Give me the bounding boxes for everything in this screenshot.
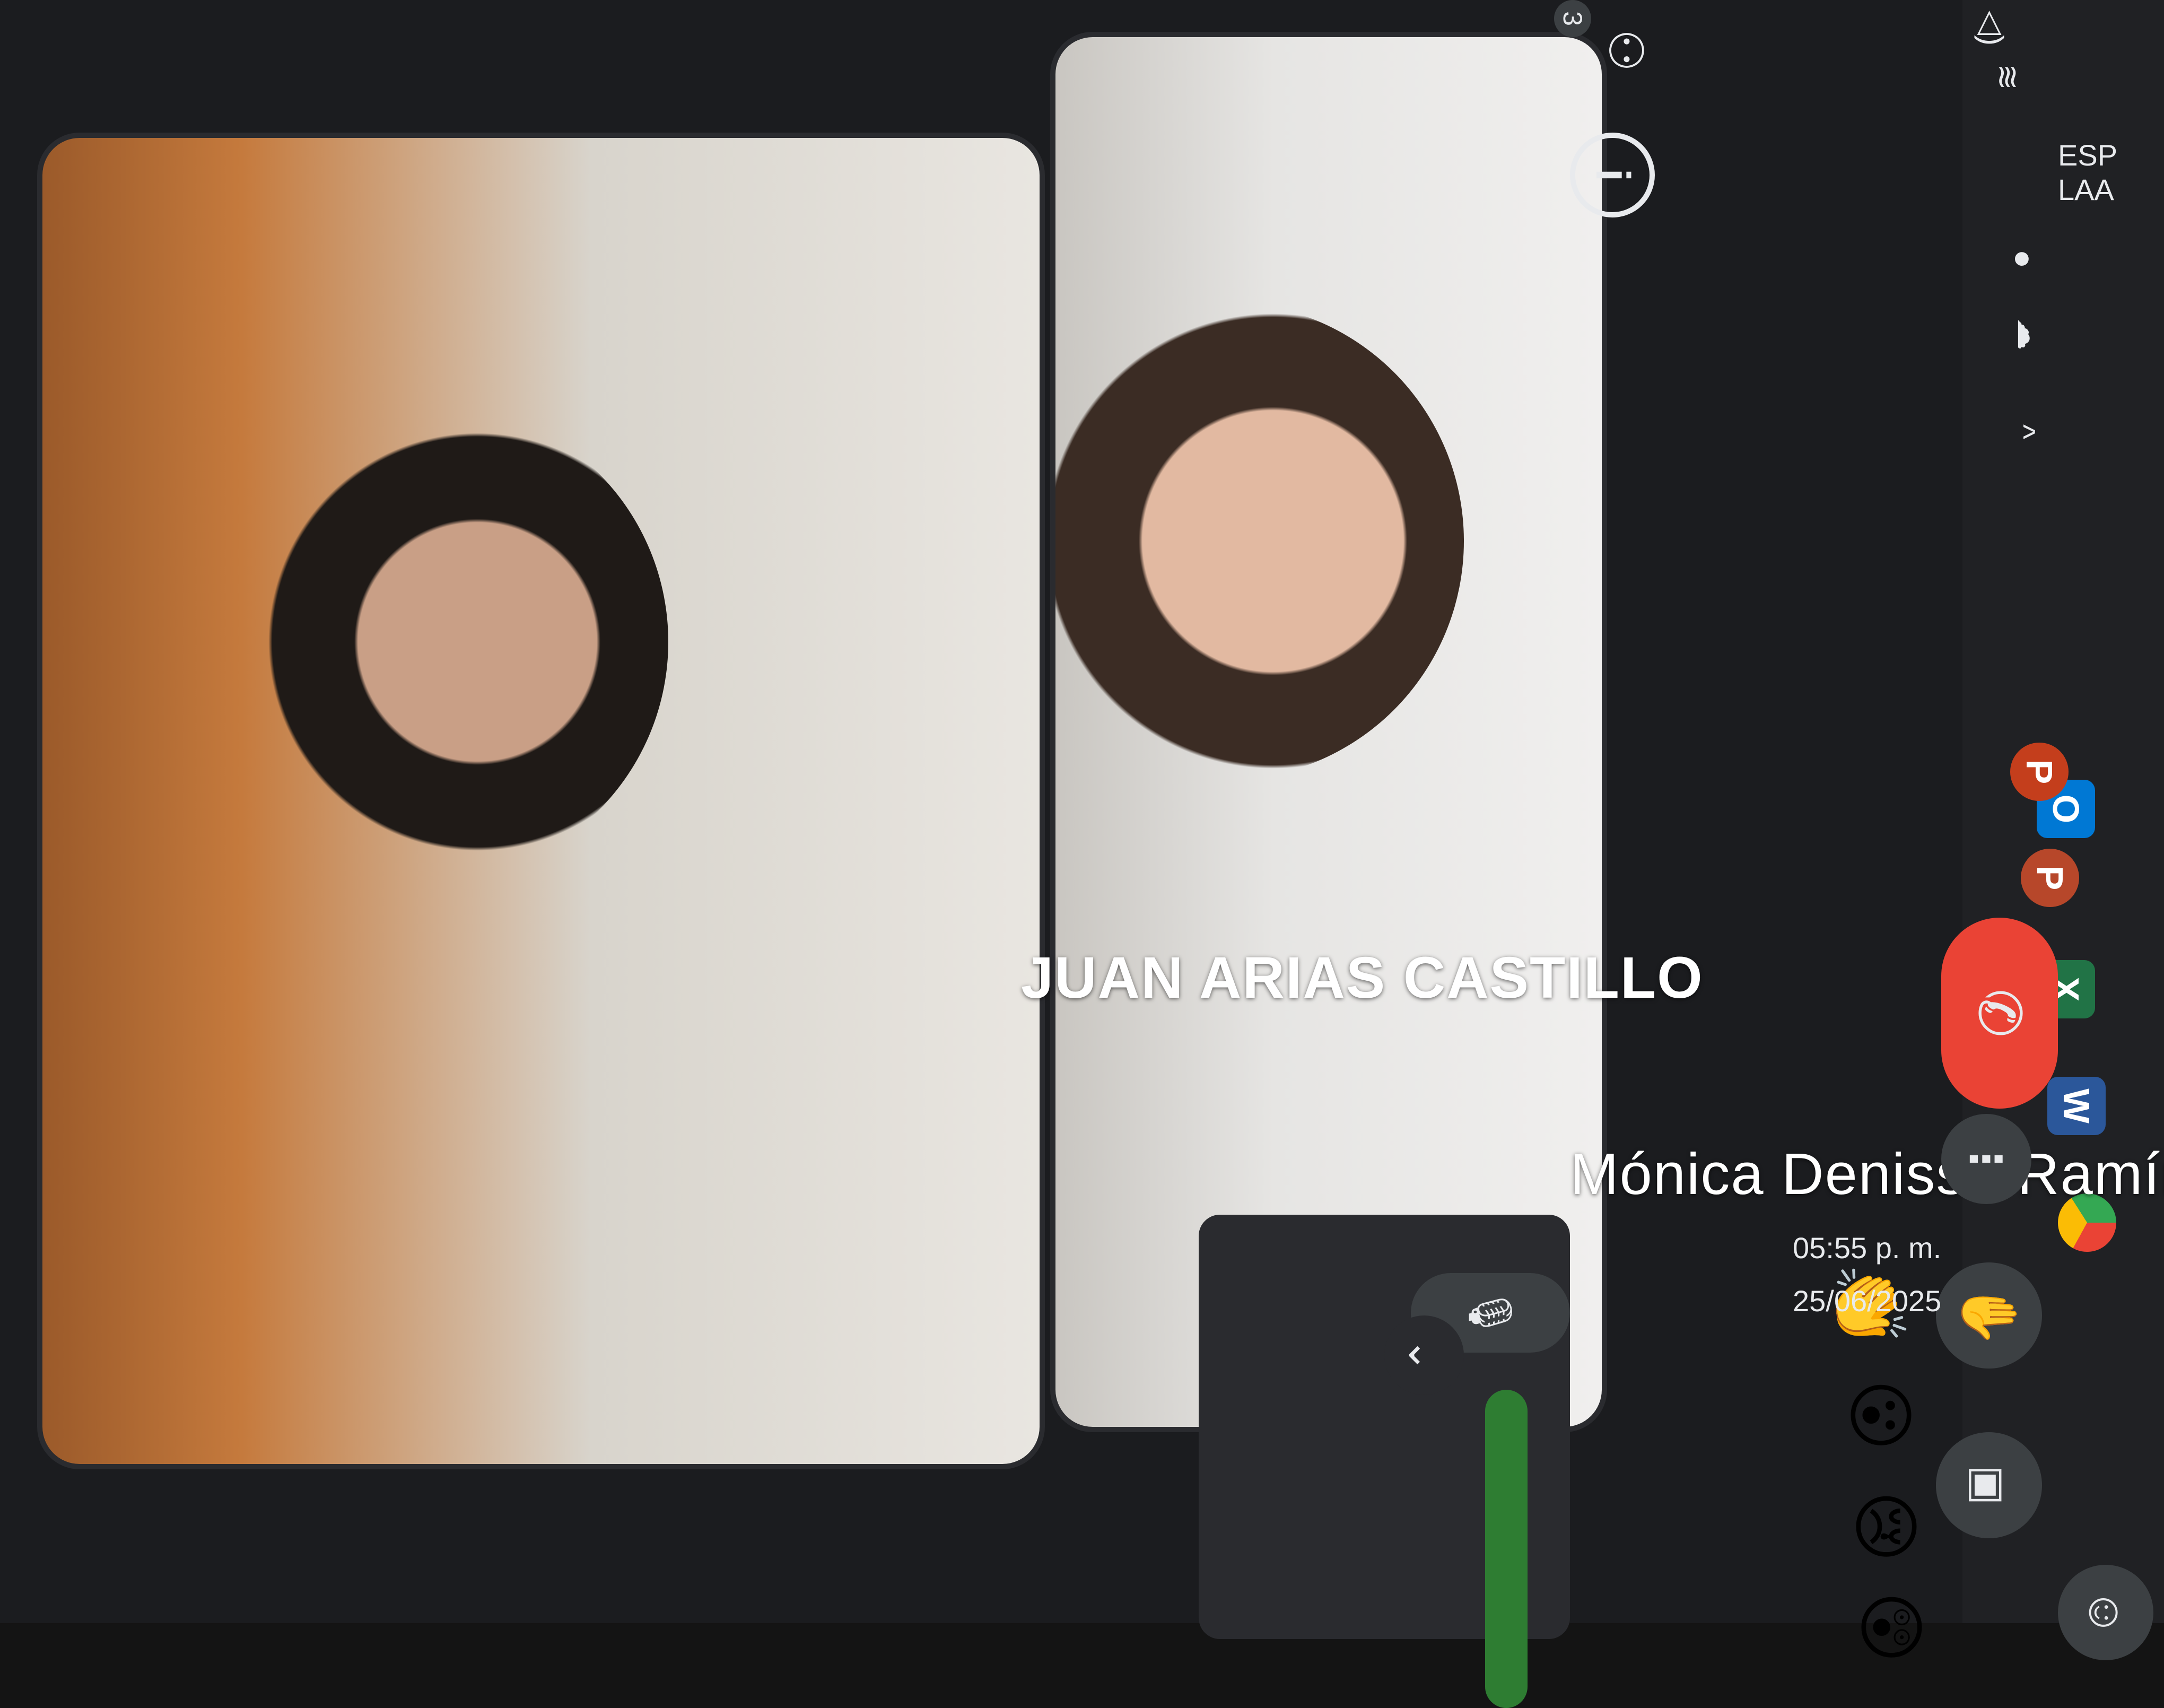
app-icon[interactable]: P bbox=[2010, 743, 2069, 801]
clock-time[interactable]: 05:55 p. m. bbox=[1793, 1231, 1941, 1265]
more-icon: ⋮ bbox=[1962, 1138, 2010, 1180]
more-options-button[interactable]: ⋮ bbox=[1941, 1114, 2031, 1204]
participant-video bbox=[191, 403, 668, 881]
hand-icon: ✋ bbox=[1959, 1282, 2019, 1349]
reaction-surprised[interactable]: 😮 bbox=[1839, 1379, 1920, 1451]
audio-options-button[interactable]: ⌄ bbox=[1384, 1315, 1464, 1395]
info-icon: i bbox=[1586, 168, 1639, 182]
chevron-down-icon: ⌄ bbox=[1400, 1337, 1448, 1373]
powerpoint-icon[interactable]: P bbox=[2021, 849, 2079, 907]
meet-window: O P P X W ESP LAA ≋ ◁) ● ☁ ^ Mónica Deni… bbox=[0, 0, 2164, 1708]
participant-name: Mónica Denisse Ramírez Mercado bbox=[1570, 1141, 2164, 1207]
people-icon: ⚇ bbox=[1599, 29, 1652, 72]
microphone-icon[interactable]: ● bbox=[2005, 249, 2042, 268]
chevron-up-icon[interactable]: ^ bbox=[2005, 424, 2042, 439]
info-button[interactable]: i bbox=[1570, 133, 1655, 217]
emoji-button[interactable]: ☺ bbox=[2058, 1565, 2153, 1660]
mic-level-indicator bbox=[1485, 1390, 1528, 1708]
people-button[interactable]: ⚇ bbox=[1586, 11, 1665, 90]
reaction-astonished[interactable]: 😲 bbox=[1850, 1591, 1931, 1663]
captions-button[interactable]: ▣ bbox=[1936, 1432, 2042, 1538]
reaction-sad[interactable]: 😢 bbox=[1845, 1491, 1925, 1563]
emoji-icon: ☺ bbox=[2079, 1588, 2133, 1637]
phone-icon: ✆ bbox=[1967, 988, 2032, 1038]
microphone-icon: 🎙 bbox=[1467, 1286, 1514, 1340]
clock-date[interactable]: 25/06/2025 bbox=[1793, 1284, 1941, 1318]
language-indicator[interactable]: ESP LAA bbox=[2058, 138, 2117, 207]
leave-call-button[interactable]: ✆ bbox=[1941, 918, 2058, 1109]
participant-video bbox=[1055, 302, 1464, 780]
people-count-badge: 3 bbox=[1554, 0, 1591, 37]
participant-tile[interactable] bbox=[42, 138, 1040, 1464]
word-icon[interactable]: W bbox=[2047, 1077, 2106, 1135]
windows-taskbar: O P P X W ESP LAA ≋ ◁) ● ☁ ^ bbox=[1962, 0, 2164, 1623]
participant-name: JUAN ARIAS CASTILLO bbox=[1021, 945, 1704, 1010]
raise-hand-button[interactable]: ✋ bbox=[1936, 1262, 2042, 1369]
captions-icon: ▣ bbox=[1965, 1465, 2013, 1505]
onedrive-icon[interactable]: ☁ bbox=[2010, 318, 2047, 350]
wifi-icon[interactable]: ≋ bbox=[1989, 64, 2026, 90]
volume-icon[interactable]: ◁) bbox=[1973, 11, 2010, 46]
